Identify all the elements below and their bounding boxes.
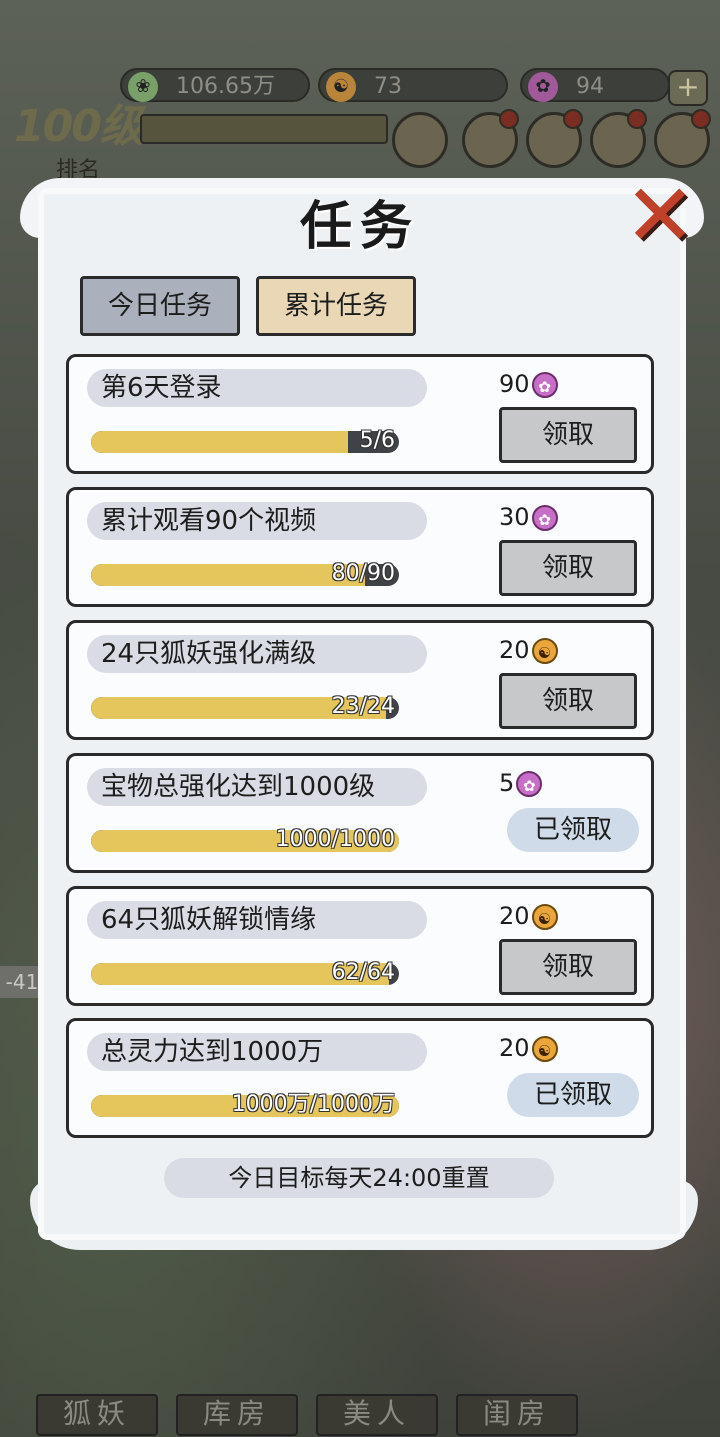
task-title: 64只狐妖解锁情缘 xyxy=(101,905,317,935)
task-title: 24只狐妖强化满级 xyxy=(101,639,317,669)
claimed-badge: 已领取 xyxy=(507,808,639,852)
task-reward: 20 ☯ xyxy=(499,1033,639,1063)
coin-icon: ☯ xyxy=(531,638,558,664)
task-card: 64只狐妖解锁情缘 62/64 20 ☯ 领取 xyxy=(66,886,654,1006)
close-button[interactable]: ✕ xyxy=(618,173,702,259)
tab-daily-tasks[interactable]: 今日任务 xyxy=(80,276,240,336)
task-card: 累计观看90个视频 80/90 30 ✿ 领取 xyxy=(66,487,654,607)
claim-button[interactable]: 领取 xyxy=(499,407,637,463)
nav-boudoir[interactable]: 闺房 xyxy=(456,1394,578,1436)
reward-amount: 20 xyxy=(499,636,530,664)
notification-dot xyxy=(499,109,519,129)
gem-icon: ✿ xyxy=(531,372,558,398)
reward-amount: 90 xyxy=(499,370,530,398)
task-title: 第6天登录 xyxy=(101,373,222,403)
notification-dot xyxy=(627,109,647,129)
reward-amount: 30 xyxy=(499,503,530,531)
task-title: 总灵力达到1000万 xyxy=(101,1037,324,1067)
task-card: 宝物总强化达到1000级 1000/1000 5 ✿ 已领取 xyxy=(66,753,654,873)
coin-value: 73 xyxy=(374,74,402,99)
task-reward: 5 ✿ xyxy=(499,768,639,798)
task-progress-text: 5/6 xyxy=(359,428,395,453)
gift-event-icon[interactable] xyxy=(590,109,647,168)
reset-note: 今日目标每天24:00重置 xyxy=(164,1158,554,1198)
claim-button[interactable]: 领取 xyxy=(499,673,637,729)
nav-beauty[interactable]: 美人 xyxy=(316,1394,438,1436)
task-title: 累计观看90个视频 xyxy=(101,506,317,536)
claim-button[interactable]: 领取 xyxy=(499,939,637,995)
coin-icon: ☯ xyxy=(531,904,558,930)
gem-icon: ✿ xyxy=(531,505,558,531)
tab-accumulated-tasks[interactable]: 累计任务 xyxy=(256,276,416,336)
reward-amount: 20 xyxy=(499,902,530,930)
claim-button[interactable]: 领取 xyxy=(499,540,637,596)
task-progress-text: 62/64 xyxy=(331,960,395,985)
notification-dot xyxy=(691,109,711,129)
chest-event-icon[interactable] xyxy=(526,109,583,168)
reward-amount: 5 xyxy=(499,769,515,797)
gem-icon: ✿ xyxy=(528,72,558,102)
spirit-resource: ❀ 106.65万 xyxy=(120,68,310,102)
level-progress-bar xyxy=(140,114,388,144)
coin-resource: ☯ 73 xyxy=(318,68,508,102)
task-card: 24只狐妖强化满级 23/24 20 ☯ 领取 xyxy=(66,620,654,740)
spirit-value: 106.65万 xyxy=(176,74,275,99)
task-progress-text: 1000万/1000万 xyxy=(231,1092,395,1117)
add-resource-button[interactable]: + xyxy=(668,70,708,106)
reward-amount: 20 xyxy=(499,1034,530,1062)
gem-resource: ✿ 94 xyxy=(520,68,670,102)
gem-value: 94 xyxy=(576,74,604,99)
task-card: 总灵力达到1000万 1000万/1000万 20 ☯ 已领取 xyxy=(66,1018,654,1138)
panel-title: 任务 xyxy=(299,197,420,257)
scroll-event-icon[interactable] xyxy=(392,112,448,168)
coin-icon: ☯ xyxy=(326,72,356,102)
nav-storehouse[interactable]: 库房 xyxy=(176,1394,298,1436)
task-progress-text: 1000/1000 xyxy=(275,827,395,852)
task-card: 第6天登录 5/6 90 ✿ 领取 xyxy=(66,354,654,474)
coin-icon: ☯ xyxy=(531,1036,558,1062)
task-reward: 20 ☯ xyxy=(499,901,639,931)
task-reward: 30 ✿ xyxy=(499,502,639,532)
notification-dot xyxy=(563,109,583,129)
bonus-event-icon[interactable] xyxy=(654,109,711,168)
nav-fox[interactable]: 狐妖 xyxy=(36,1394,158,1436)
player-level: 100级 xyxy=(14,101,144,152)
task-progress-text: 23/24 xyxy=(331,694,395,719)
task-progress-text: 80/90 xyxy=(331,561,395,586)
gem-icon: ✿ xyxy=(516,771,543,797)
task-reward: 20 ☯ xyxy=(499,635,639,665)
task-reward: 90 ✿ xyxy=(499,369,639,399)
task-title: 宝物总强化达到1000级 xyxy=(101,772,376,802)
wheel-event-icon[interactable] xyxy=(462,109,519,168)
claimed-badge: 已领取 xyxy=(507,1073,639,1117)
